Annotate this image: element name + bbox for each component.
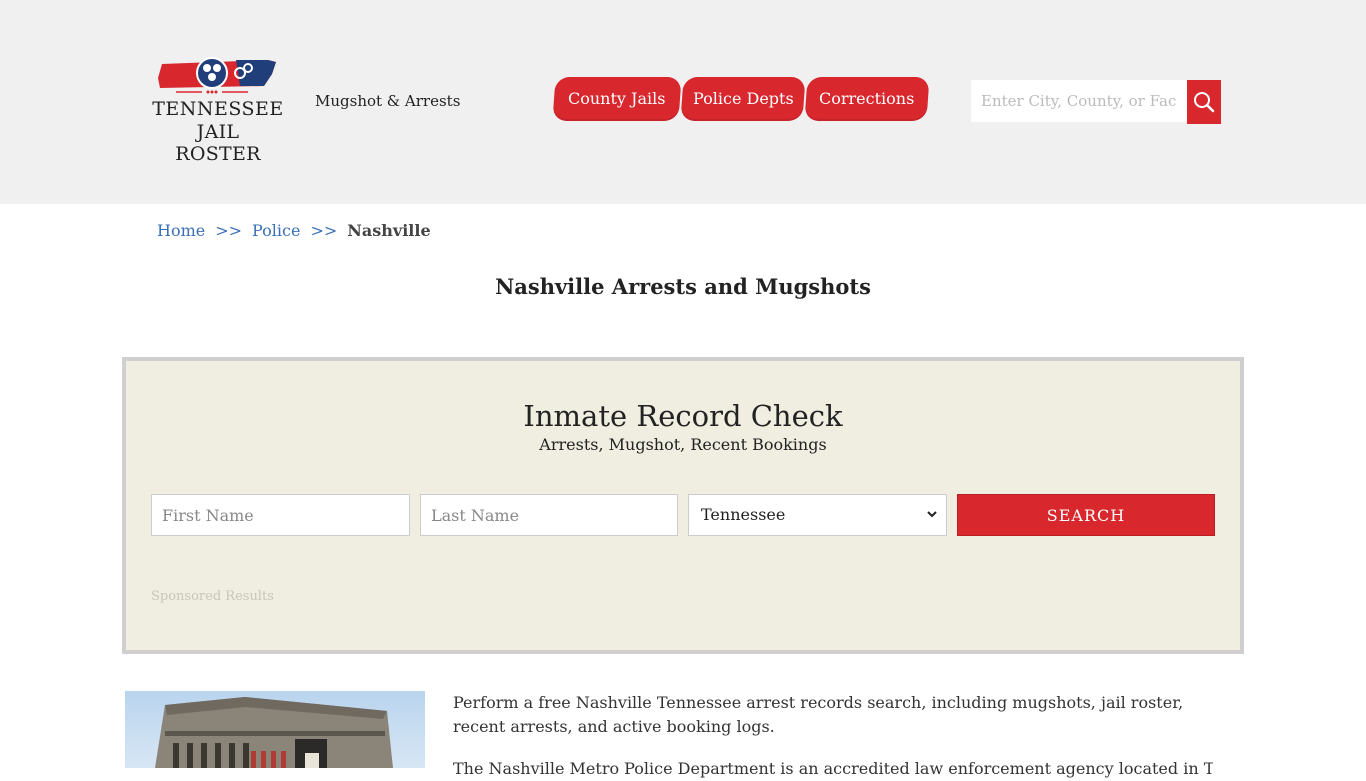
nav-tab-label: Police Depts [692, 89, 794, 108]
state-select[interactable]: Tennessee [688, 494, 947, 536]
site-search-input[interactable] [971, 80, 1187, 122]
last-name-input[interactable] [420, 494, 678, 536]
site-tagline: Mugshot & Arrests [315, 92, 461, 110]
breadcrumb-police-link[interactable]: Police [252, 221, 300, 240]
tennessee-flag-logo-icon [158, 57, 276, 94]
nav-tab-corrections[interactable]: Corrections [804, 77, 930, 121]
intro-paragraph: Perform a free Nashville Tennessee arres… [453, 693, 1184, 736]
sponsored-results-label: Sponsored Results [151, 589, 274, 604]
nav-tab-label: Corrections [819, 89, 915, 108]
record-search-button[interactable]: SEARCH [957, 494, 1215, 536]
logo-text-line2: JAIL ROSTER [175, 121, 261, 165]
nav-tab-label: County Jails [568, 89, 666, 108]
breadcrumb: Home >> Police >> Nashville [157, 221, 431, 240]
inmate-record-check-panel: Inmate Record Check Arrests, Mugshot, Re… [122, 357, 1244, 654]
logo-text-line1: TENNESSEE [152, 98, 284, 120]
chevron-down-icon [927, 511, 937, 518]
description-paragraph: The Nashville Metro Police Department is… [453, 759, 1213, 778]
nav-tab-police-depts[interactable]: Police Depts [680, 77, 806, 121]
site-header: TENNESSEE JAIL ROSTER Mugshot & Arrests … [0, 0, 1366, 204]
breadcrumb-home-link[interactable]: Home [157, 221, 205, 240]
record-check-subtitle: Arrests, Mugshot, Recent Bookings [539, 435, 827, 454]
site-logo[interactable]: TENNESSEE JAIL ROSTER [152, 56, 284, 165]
building-image [125, 691, 425, 768]
breadcrumb-current: Nashville [347, 221, 431, 240]
nav-tab-county-jails[interactable]: County Jails [552, 77, 682, 121]
site-search-button[interactable] [1187, 80, 1221, 124]
breadcrumb-separator: >> [310, 221, 338, 240]
state-select-value: Tennessee [701, 505, 786, 524]
record-check-title: Inmate Record Check [523, 399, 843, 433]
nashville-building-photo [125, 691, 425, 768]
magnifier-icon [1194, 92, 1215, 113]
page-title: Nashville Arrests and Mugshots [495, 274, 871, 299]
first-name-input[interactable] [151, 494, 410, 536]
breadcrumb-separator: >> [215, 221, 243, 240]
